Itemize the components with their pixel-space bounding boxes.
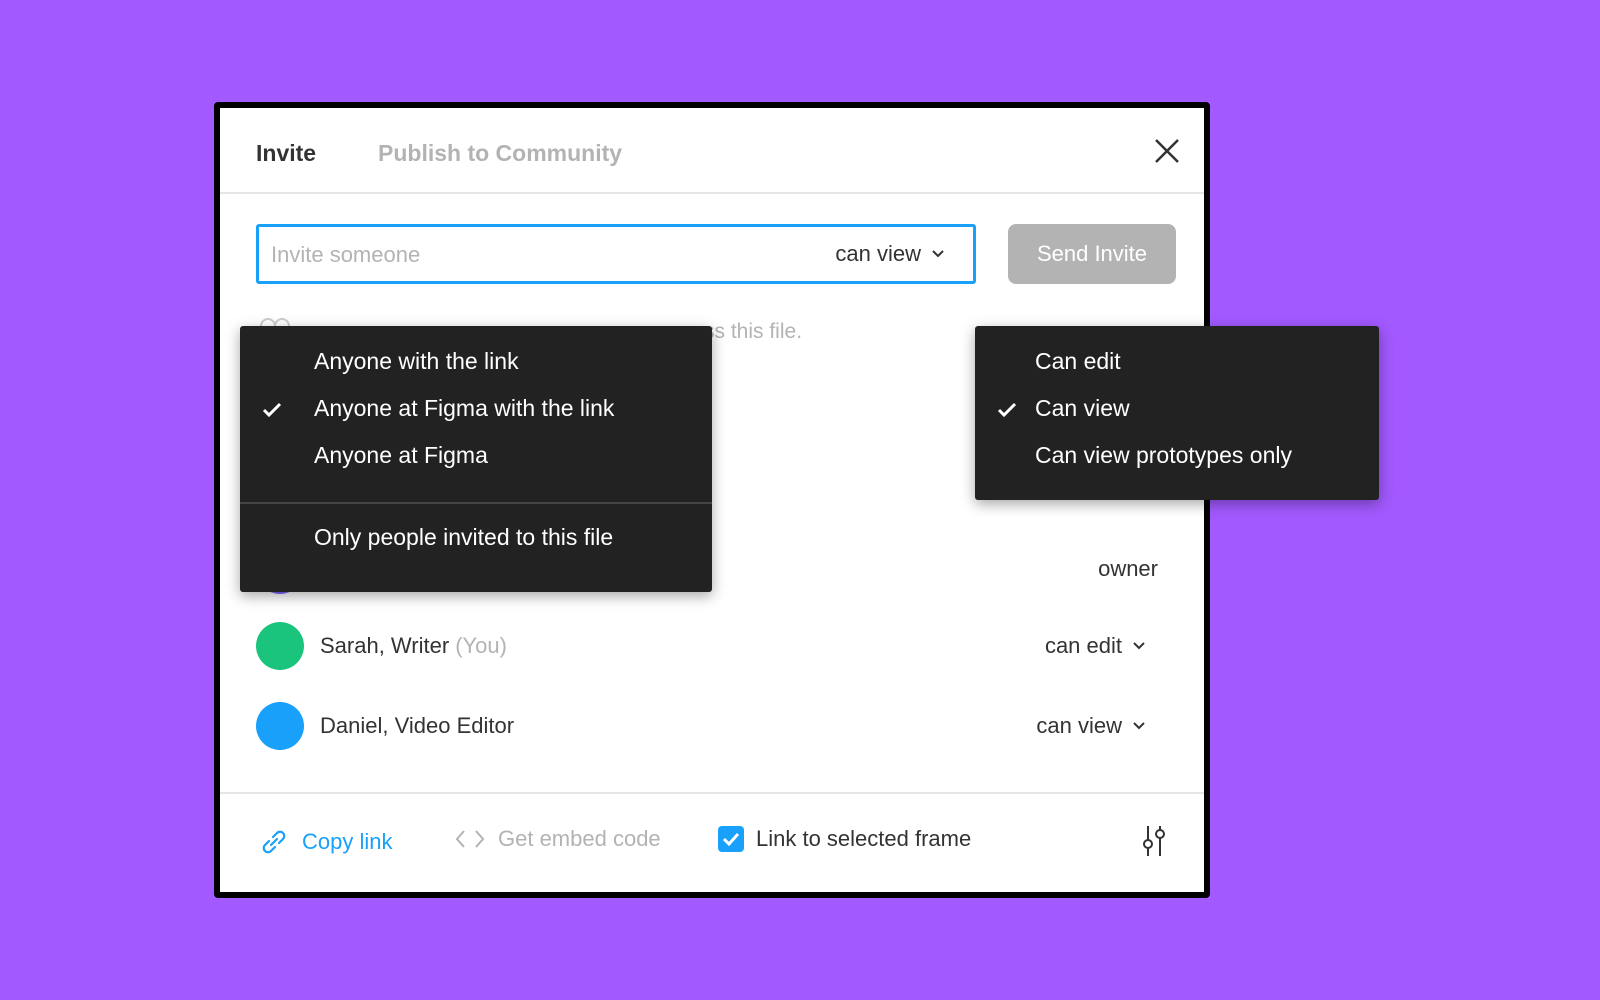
permission-menu: Can edit Can view Can view prototypes on… <box>975 326 1379 500</box>
invite-permission-select[interactable]: can view <box>835 241 945 267</box>
menu-item-can-view-prototypes[interactable]: Can view prototypes only <box>975 432 1379 478</box>
link-access-description: ss this file. <box>704 320 803 343</box>
menu-item-anyone-at-figma[interactable]: Anyone at Figma <box>240 432 712 478</box>
invite-input[interactable] <box>271 239 791 271</box>
settings-sliders-icon[interactable] <box>1140 824 1168 861</box>
copy-link-label: Copy link <box>302 829 393 854</box>
link-icon <box>262 830 286 854</box>
copy-link-button[interactable]: Copy link <box>258 826 392 858</box>
menu-item-anyone-at-figma-with-link[interactable]: Anyone at Figma with the link <box>240 385 712 431</box>
link-to-frame-checkbox[interactable] <box>718 826 744 852</box>
link-to-frame-option: Link to selected frame <box>718 826 971 852</box>
check-icon <box>997 397 1017 424</box>
invite-permission-label: can view <box>835 241 921 266</box>
link-access-menu: Anyone with the link Anyone at Figma wit… <box>240 326 712 592</box>
avatar <box>256 622 304 670</box>
member-row: Daniel, Video Editor can view <box>256 702 1156 750</box>
member-permission-label: can edit <box>1044 633 1122 658</box>
chevron-down-icon <box>932 250 944 258</box>
get-embed-code-button[interactable]: Get embed code <box>454 826 661 852</box>
chevron-down-icon <box>1133 722 1145 730</box>
member-name: Sarah, Writer (You) <box>320 633 507 658</box>
send-invite-button[interactable]: Send Invite <box>1008 224 1176 284</box>
menu-divider <box>240 502 712 504</box>
member-you-label: (You) <box>455 633 507 658</box>
menu-item-can-edit[interactable]: Can edit <box>975 338 1379 384</box>
link-to-frame-label: Link to selected frame <box>756 826 972 851</box>
member-permission-select[interactable]: can edit <box>1045 633 1146 659</box>
member-name: Daniel, Video Editor <box>320 713 515 738</box>
tab-publish-to-community[interactable]: Publish to Community <box>378 140 622 167</box>
menu-item-anyone-with-link[interactable]: Anyone with the link <box>240 338 712 384</box>
invite-field: can view <box>256 224 976 284</box>
check-icon <box>262 397 282 424</box>
member-permission-label: can view <box>1036 713 1122 738</box>
avatar <box>256 702 304 750</box>
embed-label: Get embed code <box>498 826 661 851</box>
tab-invite[interactable]: Invite <box>256 140 316 167</box>
chevron-down-icon <box>1133 642 1145 650</box>
close-icon[interactable] <box>1150 134 1184 168</box>
menu-item-only-invited[interactable]: Only people invited to this file <box>240 514 712 560</box>
menu-item-can-view[interactable]: Can view <box>975 385 1379 431</box>
check-icon <box>722 832 740 846</box>
code-icon <box>455 830 485 848</box>
dialog-footer: Copy link Get embed code Link to selecte… <box>220 792 1204 892</box>
member-permission-select[interactable]: can view <box>1036 713 1146 739</box>
owner-role: owner <box>1098 556 1158 581</box>
dialog-header: Invite Publish to Community <box>220 108 1204 194</box>
member-row: Sarah, Writer (You) can edit <box>256 622 1156 670</box>
